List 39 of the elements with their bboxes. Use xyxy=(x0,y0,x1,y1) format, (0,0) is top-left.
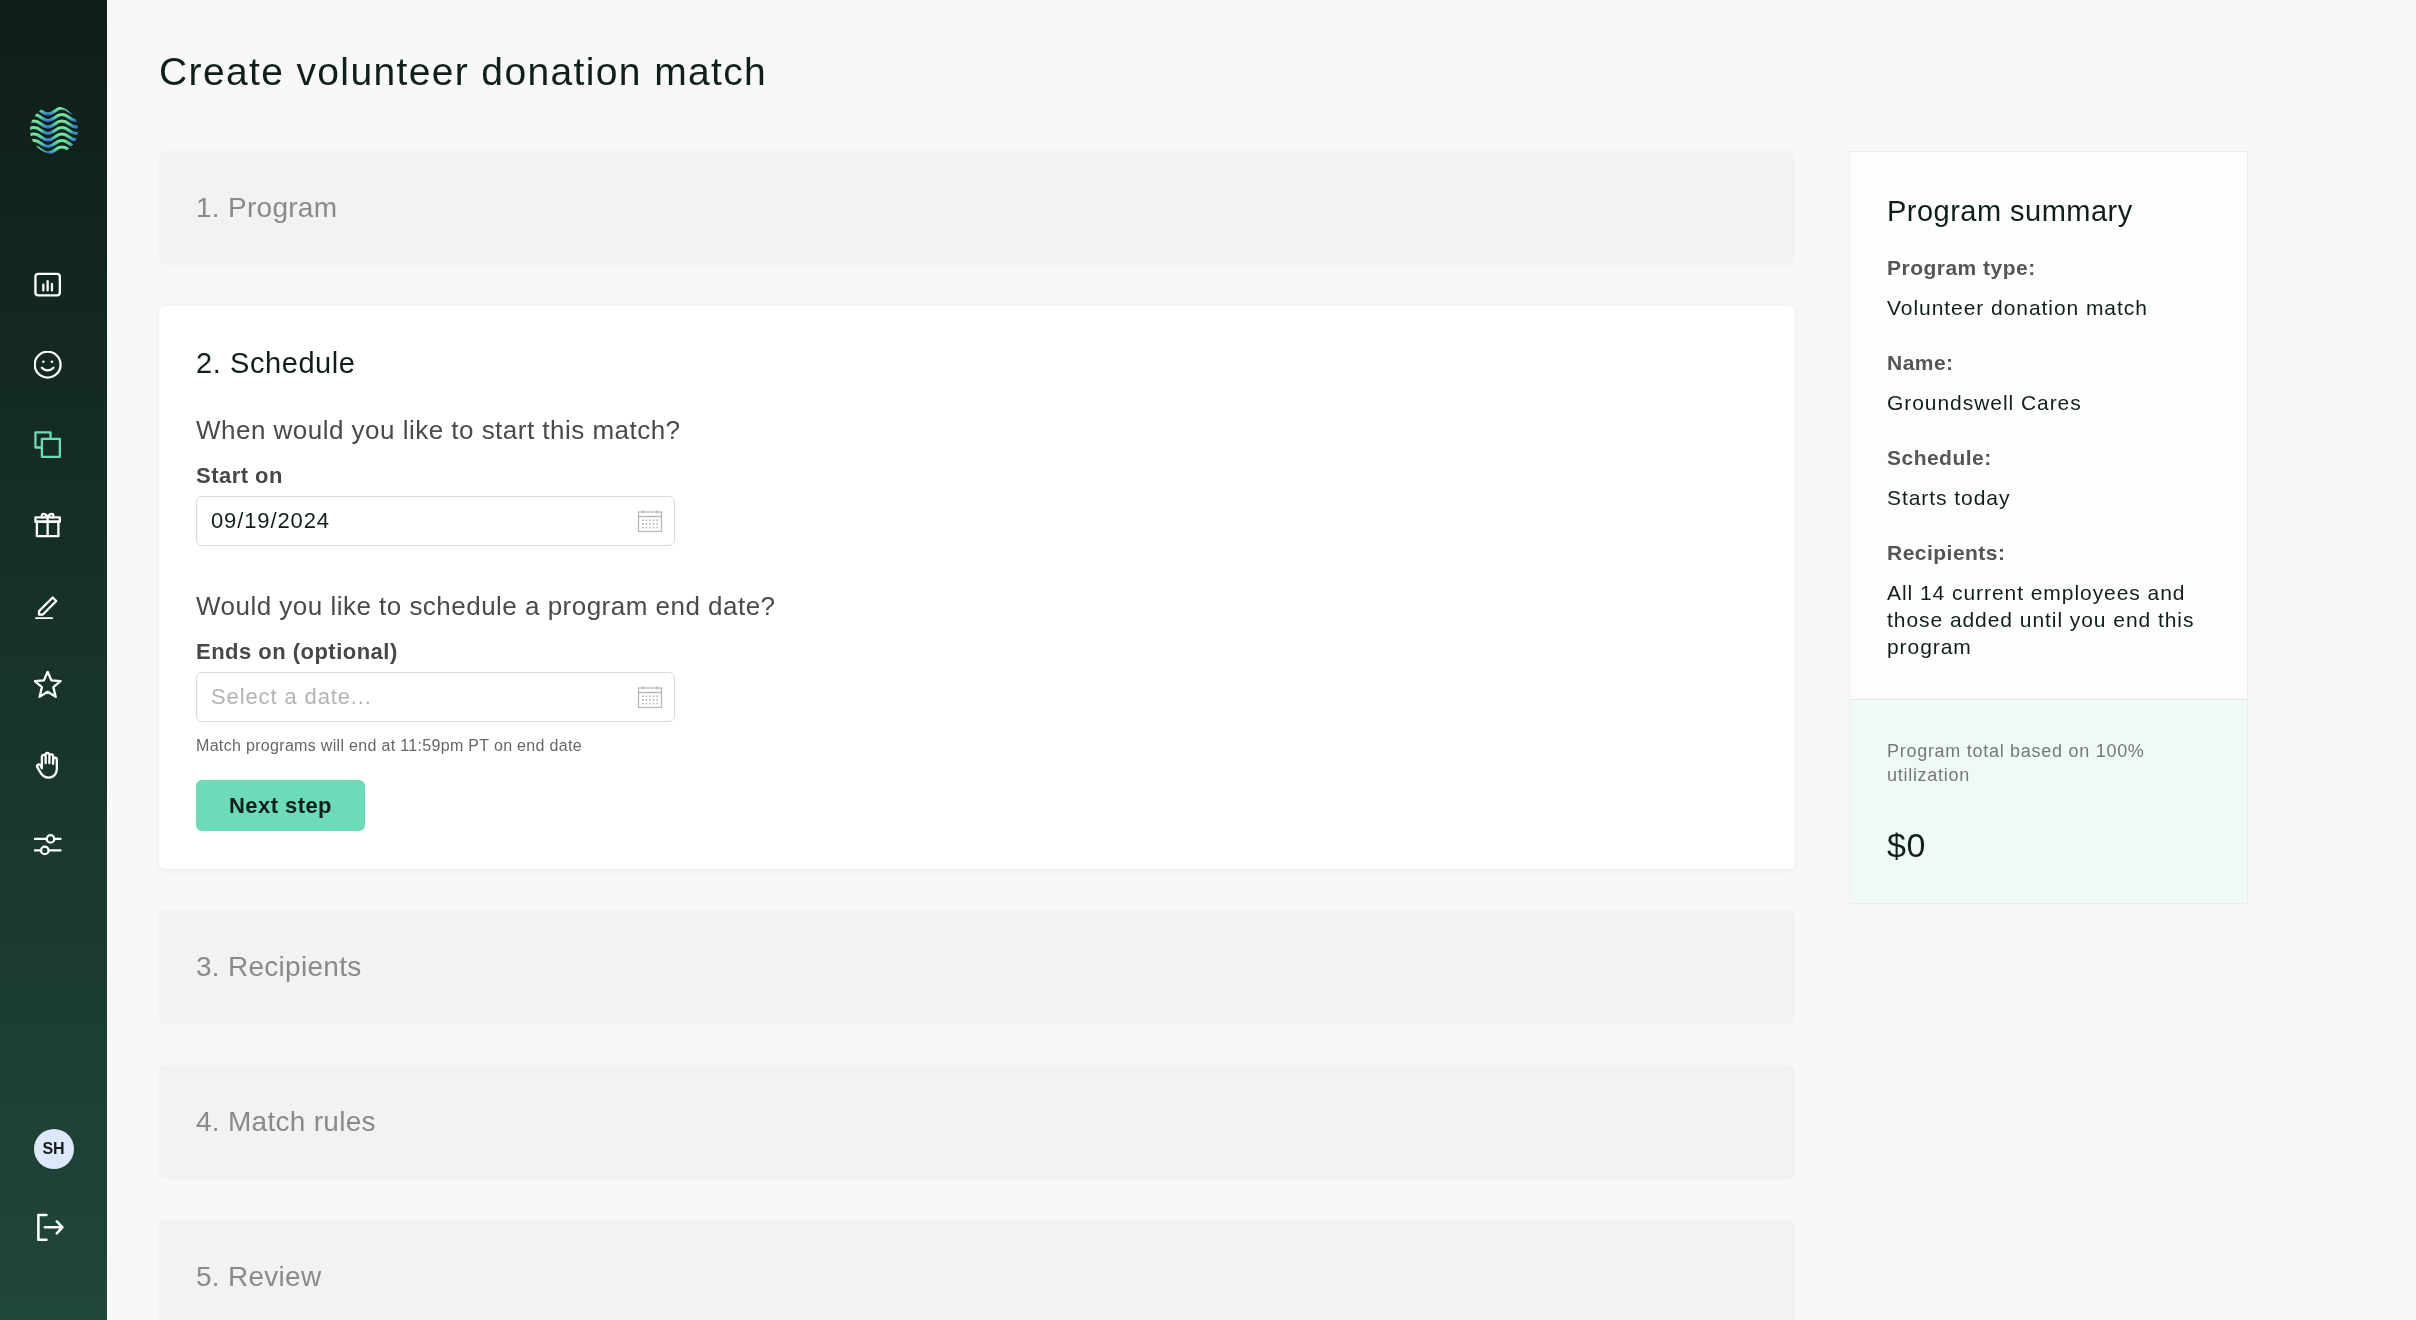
step-title: 3. Recipients xyxy=(196,951,362,983)
summary-label: Schedule: xyxy=(1887,445,1992,471)
step-header[interactable]: 1. Program xyxy=(159,151,1795,265)
step-title: 4. Match rules xyxy=(196,1106,376,1138)
summary-label: Program type: xyxy=(1887,255,2036,281)
user-avatar[interactable]: SH xyxy=(33,1129,74,1169)
step-title: 5. Review xyxy=(196,1261,322,1293)
summary-value: All 14 current employees and those added until you end this program xyxy=(1887,580,2196,660)
total-caption: Program total based on 100% utilization xyxy=(1887,740,2146,787)
smiley-icon xyxy=(33,351,62,379)
step-title: 1. Program xyxy=(196,192,338,224)
gift-icon xyxy=(33,511,62,539)
date-input[interactable]: 09/19/2024 xyxy=(196,496,675,546)
wave-logo-icon xyxy=(28,105,79,155)
copy-icon xyxy=(33,431,62,459)
summary-value: Volunteer donation match xyxy=(1887,295,2149,321)
logout-icon xyxy=(35,1213,64,1241)
page-title: Create volunteer donation match xyxy=(159,49,768,95)
question-text: Would you like to schedule a program end date? xyxy=(196,590,776,622)
summary-title: Program summary xyxy=(1887,194,2133,228)
field-label: Ends on (optional) xyxy=(196,638,398,666)
hint-text: Match programs will end at 11:59pm PT on end date xyxy=(196,736,582,756)
calendar-icon xyxy=(637,685,663,709)
summary-value: Starts today xyxy=(1887,485,2012,511)
next-step-button[interactable]: Next step xyxy=(196,780,365,831)
total-amount: $0 xyxy=(1887,825,1926,865)
star-icon xyxy=(33,671,62,699)
step-header[interactable]: 5. Review xyxy=(159,1220,1795,1320)
date-input[interactable]: Select a date... xyxy=(196,672,675,722)
question-text: When would you like to start this match? xyxy=(196,414,681,446)
step-header[interactable]: 4. Match rules xyxy=(159,1065,1795,1179)
field-label: Start on xyxy=(196,462,283,490)
step-header[interactable]: 3. Recipients xyxy=(159,910,1795,1024)
summary-label: Recipients: xyxy=(1887,540,2006,566)
step-title: 2. Schedule xyxy=(196,346,356,381)
bar-chart-icon xyxy=(33,271,62,299)
summary-value: Groundswell Cares xyxy=(1887,390,2083,416)
calendar-icon xyxy=(637,509,663,533)
summary-label: Name: xyxy=(1887,350,1954,376)
